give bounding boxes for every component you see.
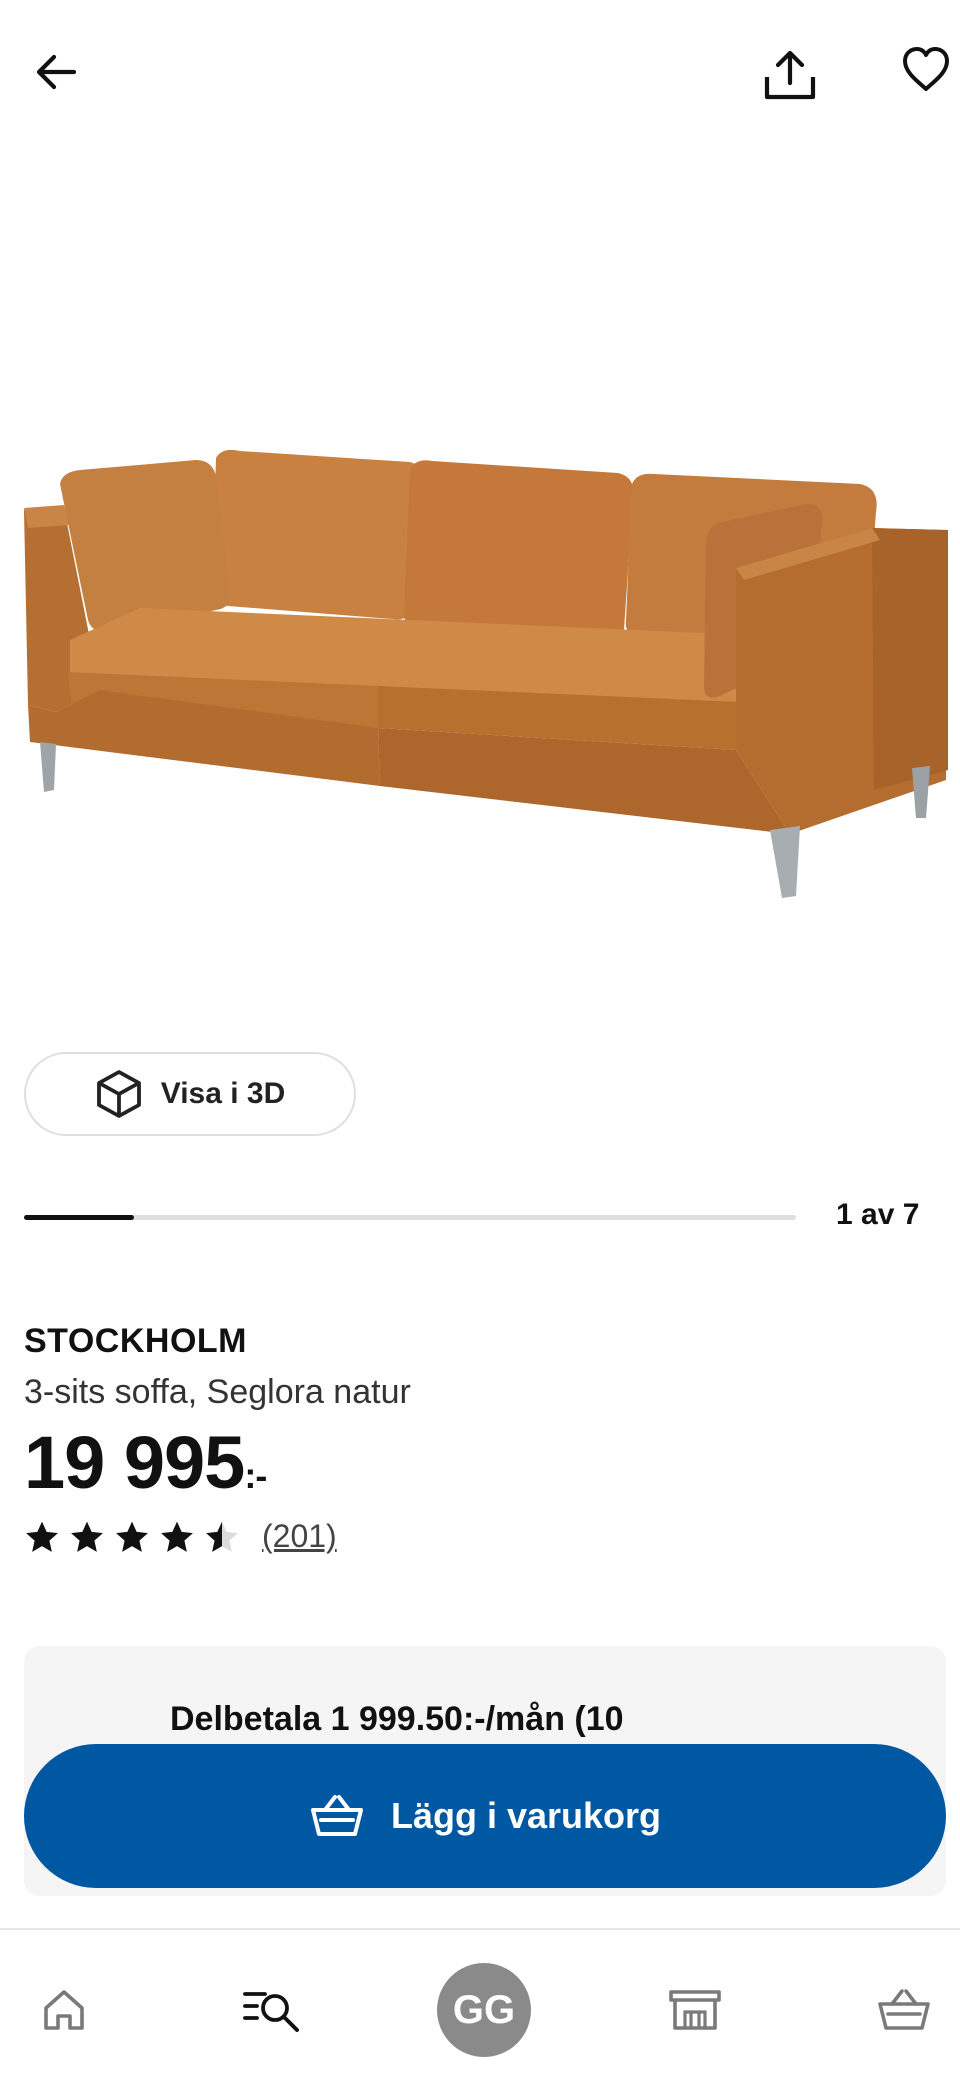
price-suffix: :-: [244, 1455, 267, 1496]
favorite-button[interactable]: [886, 30, 960, 110]
nav-home[interactable]: [14, 1960, 114, 2060]
avatar: GG: [437, 1963, 531, 2057]
product-name: STOCKHOLM: [24, 1322, 247, 1360]
nav-search[interactable]: [222, 1960, 322, 2060]
star-icon: [26, 1521, 58, 1552]
star-icon: [71, 1521, 103, 1552]
financing-text: Delbetala 1 999.50:-/mån (10: [170, 1700, 624, 1738]
gallery-counter: 1 av 7: [836, 1198, 920, 1231]
add-to-cart-label: Lägg i varukorg: [390, 1795, 662, 1836]
view-in-3d-label: Visa i 3D: [160, 1077, 286, 1110]
product-price: 19 995 :-: [24, 1420, 267, 1505]
avatar-initials: GG: [452, 1987, 516, 2032]
review-count-link[interactable]: (201): [262, 1518, 337, 1555]
price-value: 19 995: [24, 1421, 245, 1504]
star-icon: [206, 1521, 238, 1552]
nav-cart[interactable]: [854, 1960, 954, 2060]
basket-icon: [878, 1989, 930, 2030]
product-rating[interactable]: (201): [24, 1518, 337, 1555]
nav-stores[interactable]: [645, 1960, 745, 2060]
gallery-progress-fill: [24, 1215, 135, 1220]
view-in-3d-button[interactable]: Visa i 3D: [24, 1052, 356, 1136]
cube-icon: [96, 1070, 141, 1118]
product-description: 3-sits soffa, Seglora natur: [24, 1373, 411, 1411]
search-list-icon: [243, 1992, 299, 2032]
add-to-cart-button[interactable]: Lägg i varukorg: [24, 1744, 946, 1888]
nav-profile[interactable]: GG: [434, 1960, 534, 2060]
back-button[interactable]: [16, 32, 96, 112]
bottom-navigation: GG: [0, 1928, 960, 2087]
top-bar: [0, 0, 960, 140]
arrow-left-icon: [36, 54, 77, 90]
star-icon: [116, 1521, 148, 1552]
share-button[interactable]: [750, 34, 830, 114]
heart-outline-icon: [903, 47, 949, 91]
store-icon: [669, 1990, 721, 2030]
gallery-progress: [24, 1215, 796, 1220]
rating-stars: [24, 1520, 240, 1554]
share-icon: [764, 50, 816, 100]
home-icon: [44, 1990, 84, 2030]
sofa-image: [24, 449, 948, 898]
star-icon: [161, 1521, 193, 1552]
product-image[interactable]: [0, 140, 960, 1040]
basket-icon: [310, 1795, 363, 1836]
